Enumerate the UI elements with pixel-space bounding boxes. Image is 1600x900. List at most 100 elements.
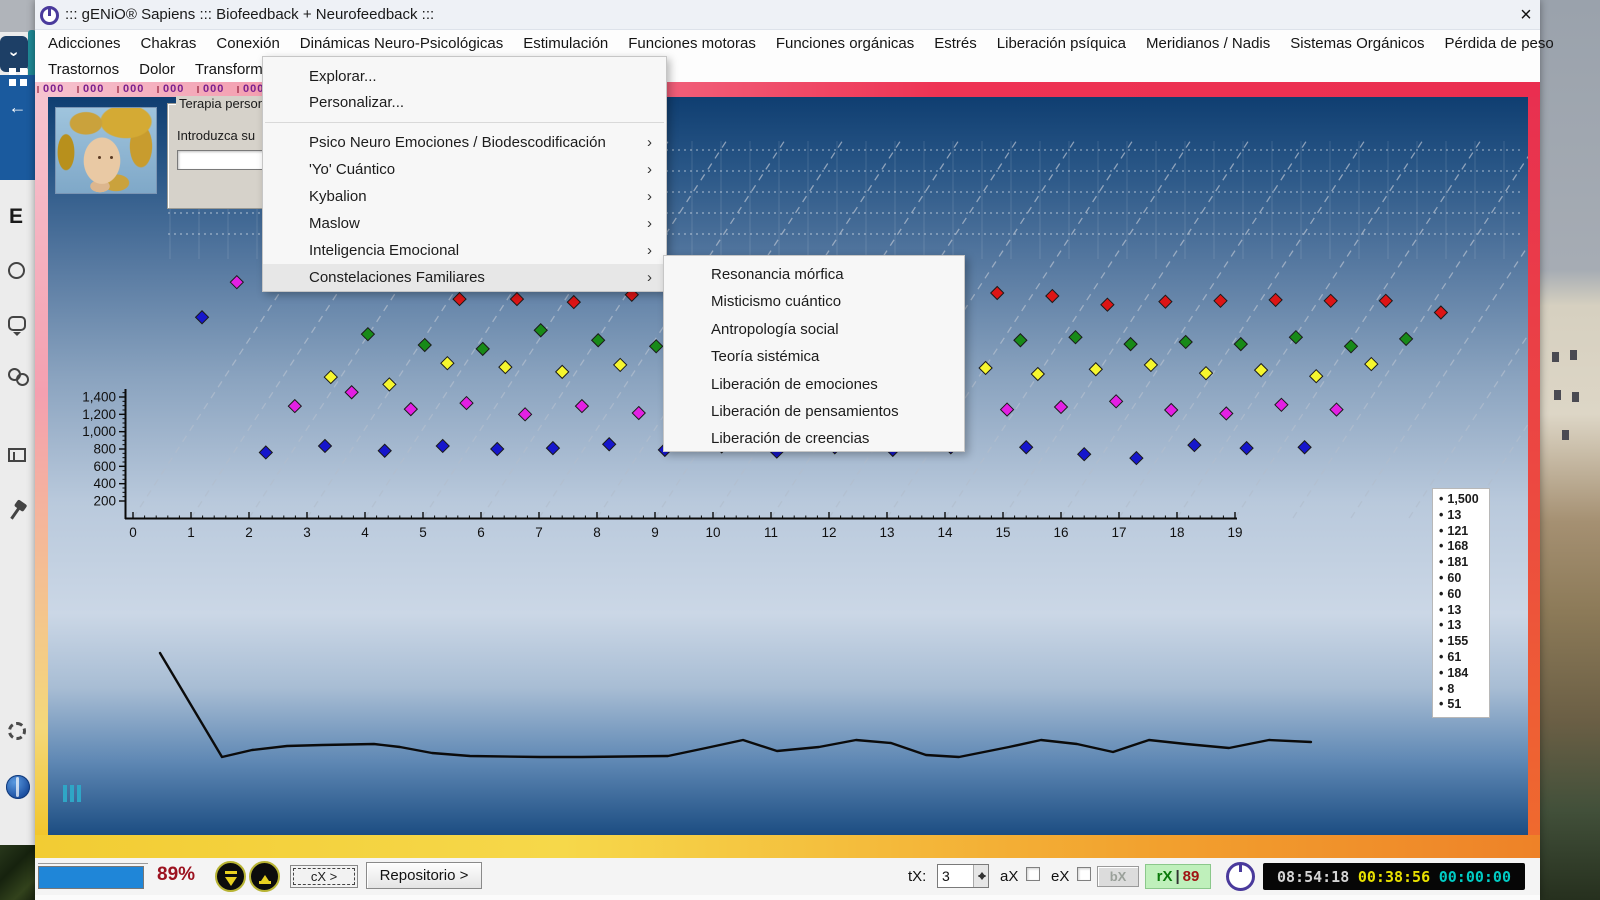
band-tick — [77, 86, 79, 93]
therapy-prompt-label: Introduzca su — [177, 128, 255, 143]
ex-checkbox[interactable] — [1077, 867, 1091, 881]
chat-icon[interactable] — [8, 316, 26, 331]
menu-item-personalizar[interactable]: Personalizar... — [263, 90, 666, 116]
menu-estimulaci-n[interactable]: Estimulación — [513, 35, 618, 52]
window-bottom-strip — [35, 895, 1540, 900]
bx-button-disabled[interactable]: bX — [1097, 866, 1139, 887]
menu-item-maslow[interactable]: Maslow› — [263, 210, 666, 237]
band-zero-marker: 000 — [203, 83, 224, 95]
menu-estr-s[interactable]: Estrés — [924, 35, 987, 52]
svg-text:8: 8 — [593, 525, 601, 540]
menu-chakras[interactable]: Chakras — [131, 35, 207, 52]
svg-text:800: 800 — [93, 442, 116, 457]
svg-text:6: 6 — [477, 525, 485, 540]
menu-funciones-org-nicas[interactable]: Funciones orgánicas — [766, 35, 924, 52]
svg-text:14: 14 — [937, 525, 953, 540]
svg-text:13: 13 — [879, 525, 894, 540]
menu-item-psico-neuro-emociones-biodescodificaci-n[interactable]: Psico Neuro Emociones / Biodescodificaci… — [263, 129, 666, 156]
menu-meridianos-nadis[interactable]: Meridianos / Nadis — [1136, 35, 1280, 52]
svg-text:2: 2 — [245, 525, 253, 540]
menu-item-yo-cu-ntico[interactable]: 'Yo' Cuántico› — [263, 156, 666, 183]
repositorio-button[interactable]: Repositorio > — [366, 862, 482, 889]
menu-item-kybalion[interactable]: Kybalion› — [263, 183, 666, 210]
stepper-arrows-icon[interactable] — [973, 865, 988, 887]
value-list-item: •181 — [1439, 555, 1489, 571]
circle-icon[interactable] — [8, 262, 25, 279]
menu-conexi-n[interactable]: Conexión — [206, 35, 289, 52]
cx-button[interactable]: cX > — [290, 865, 358, 888]
submenu-item-liberaci-n-de-pensamientos[interactable]: Liberación de pensamientos — [664, 398, 964, 425]
eject-button[interactable] — [249, 861, 280, 892]
submenu-chevron-icon: › — [647, 183, 652, 210]
band-zero-marker: 000 — [163, 83, 184, 95]
ax-checkbox[interactable] — [1026, 867, 1040, 881]
therapy-group-label: Terapia person — [176, 96, 268, 111]
menu-separator — [265, 122, 664, 123]
menu-item-inteligencia-emocional[interactable]: Inteligencia Emocional› — [263, 237, 666, 264]
apps-grid-icon[interactable] — [9, 68, 16, 75]
power-info-icon[interactable] — [1226, 862, 1255, 891]
menu-bar: AdiccionesChakrasConexiónDinámicas Neuro… — [35, 30, 1540, 82]
chevron-down-icon[interactable]: › — [0, 36, 28, 72]
decrease-button[interactable] — [215, 861, 246, 892]
svg-text:11: 11 — [764, 525, 778, 540]
menu-item-constelaciones-familiares[interactable]: Constelaciones Familiares› — [263, 264, 666, 291]
window-frame-left — [35, 97, 48, 838]
menu-dolor[interactable]: Dolor — [129, 61, 185, 78]
submenu-chevron-icon: › — [647, 129, 652, 156]
progress-topline — [38, 863, 148, 864]
menu-p-rdida-de-peso[interactable]: Pérdida de peso — [1434, 35, 1563, 52]
submenu-item-teor-a-sist-mica[interactable]: Teoría sistémica — [664, 343, 964, 370]
value-list-item: •184 — [1439, 666, 1489, 682]
globe-logo-icon[interactable] — [6, 775, 30, 799]
rx-label: rX — [1157, 868, 1173, 885]
constelaciones-submenu: Resonancia mórficaMisticismo cuánticoAnt… — [663, 255, 965, 452]
venus-portrait-image — [55, 107, 157, 194]
value-list-item: •1,500 — [1439, 492, 1489, 508]
svg-text:0: 0 — [129, 525, 137, 540]
title-bar[interactable]: ::: gENiO® Sapiens ::: Biofeedback + Neu… — [35, 0, 1540, 30]
svg-text:1,400: 1,400 — [82, 390, 116, 405]
menu-funciones-motoras[interactable]: Funciones motoras — [618, 35, 766, 52]
svg-text:9: 9 — [651, 525, 659, 540]
svg-text:3: 3 — [303, 525, 311, 540]
submenu-item-antropolog-a-social[interactable]: Antropología social — [664, 316, 964, 343]
menu-adicciones[interactable]: Adicciones — [38, 35, 131, 52]
svg-text:16: 16 — [1053, 525, 1068, 540]
submenu-chevron-icon: › — [647, 156, 652, 183]
progress-percent: 89% — [157, 864, 195, 886]
people-icon[interactable] — [8, 368, 26, 384]
value-list-item: •60 — [1439, 571, 1489, 587]
menu-item-explorar[interactable]: Explorar... — [263, 64, 666, 90]
band-tick — [197, 86, 199, 93]
dynamics-dropdown-menu: Explorar...Personalizar... Psico Neuro Em… — [262, 56, 667, 292]
edge-logo-icon[interactable]: E — [9, 205, 23, 229]
submenu-item-resonancia-m-rfica[interactable]: Resonancia mórfica — [664, 261, 964, 288]
value-list-box: •1,500•13•121•168•181•60•60•13•13•155•61… — [1432, 488, 1490, 718]
gear-icon[interactable] — [8, 722, 26, 740]
menu-din-micas-neuro-psicol-gicas[interactable]: Dinámicas Neuro-Psicológicas — [290, 35, 513, 52]
svg-text:17: 17 — [1111, 525, 1126, 540]
menu-trastornos[interactable]: Trastornos — [38, 61, 129, 78]
window-panel-icon[interactable] — [8, 448, 26, 462]
tx-stepper[interactable]: 3 — [937, 864, 989, 888]
back-arrow-icon[interactable]: ← — [0, 97, 35, 118]
zero-time: 00:00:00 — [1439, 868, 1511, 886]
submenu-item-misticismo-cu-ntico[interactable]: Misticismo cuántico — [664, 288, 964, 315]
menu-liberaci-n-ps-quica[interactable]: Liberación psíquica — [987, 35, 1136, 52]
wallpaper-detail — [1572, 392, 1579, 402]
value-list-item: •13 — [1439, 508, 1489, 524]
band-tick — [157, 86, 159, 93]
wallpaper-detail — [1562, 430, 1569, 440]
band-tick — [117, 86, 119, 93]
menu-sistemas-org-nicos[interactable]: Sistemas Orgánicos — [1280, 35, 1434, 52]
close-icon[interactable]: × — [1513, 2, 1539, 28]
band-zero-marker: 000 — [83, 83, 104, 95]
app-window: ::: gENiO® Sapiens ::: Biofeedback + Neu… — [35, 0, 1540, 900]
submenu-chevron-icon: › — [647, 210, 652, 237]
submenu-item-liberaci-n-de-emociones[interactable]: Liberación de emociones — [664, 371, 964, 398]
svg-text:600: 600 — [93, 459, 116, 474]
submenu-item-liberaci-n-de-creencias[interactable]: Liberación de creencias — [664, 425, 964, 452]
wallpaper-detail — [1554, 390, 1561, 400]
value-list-item: •60 — [1439, 587, 1489, 603]
